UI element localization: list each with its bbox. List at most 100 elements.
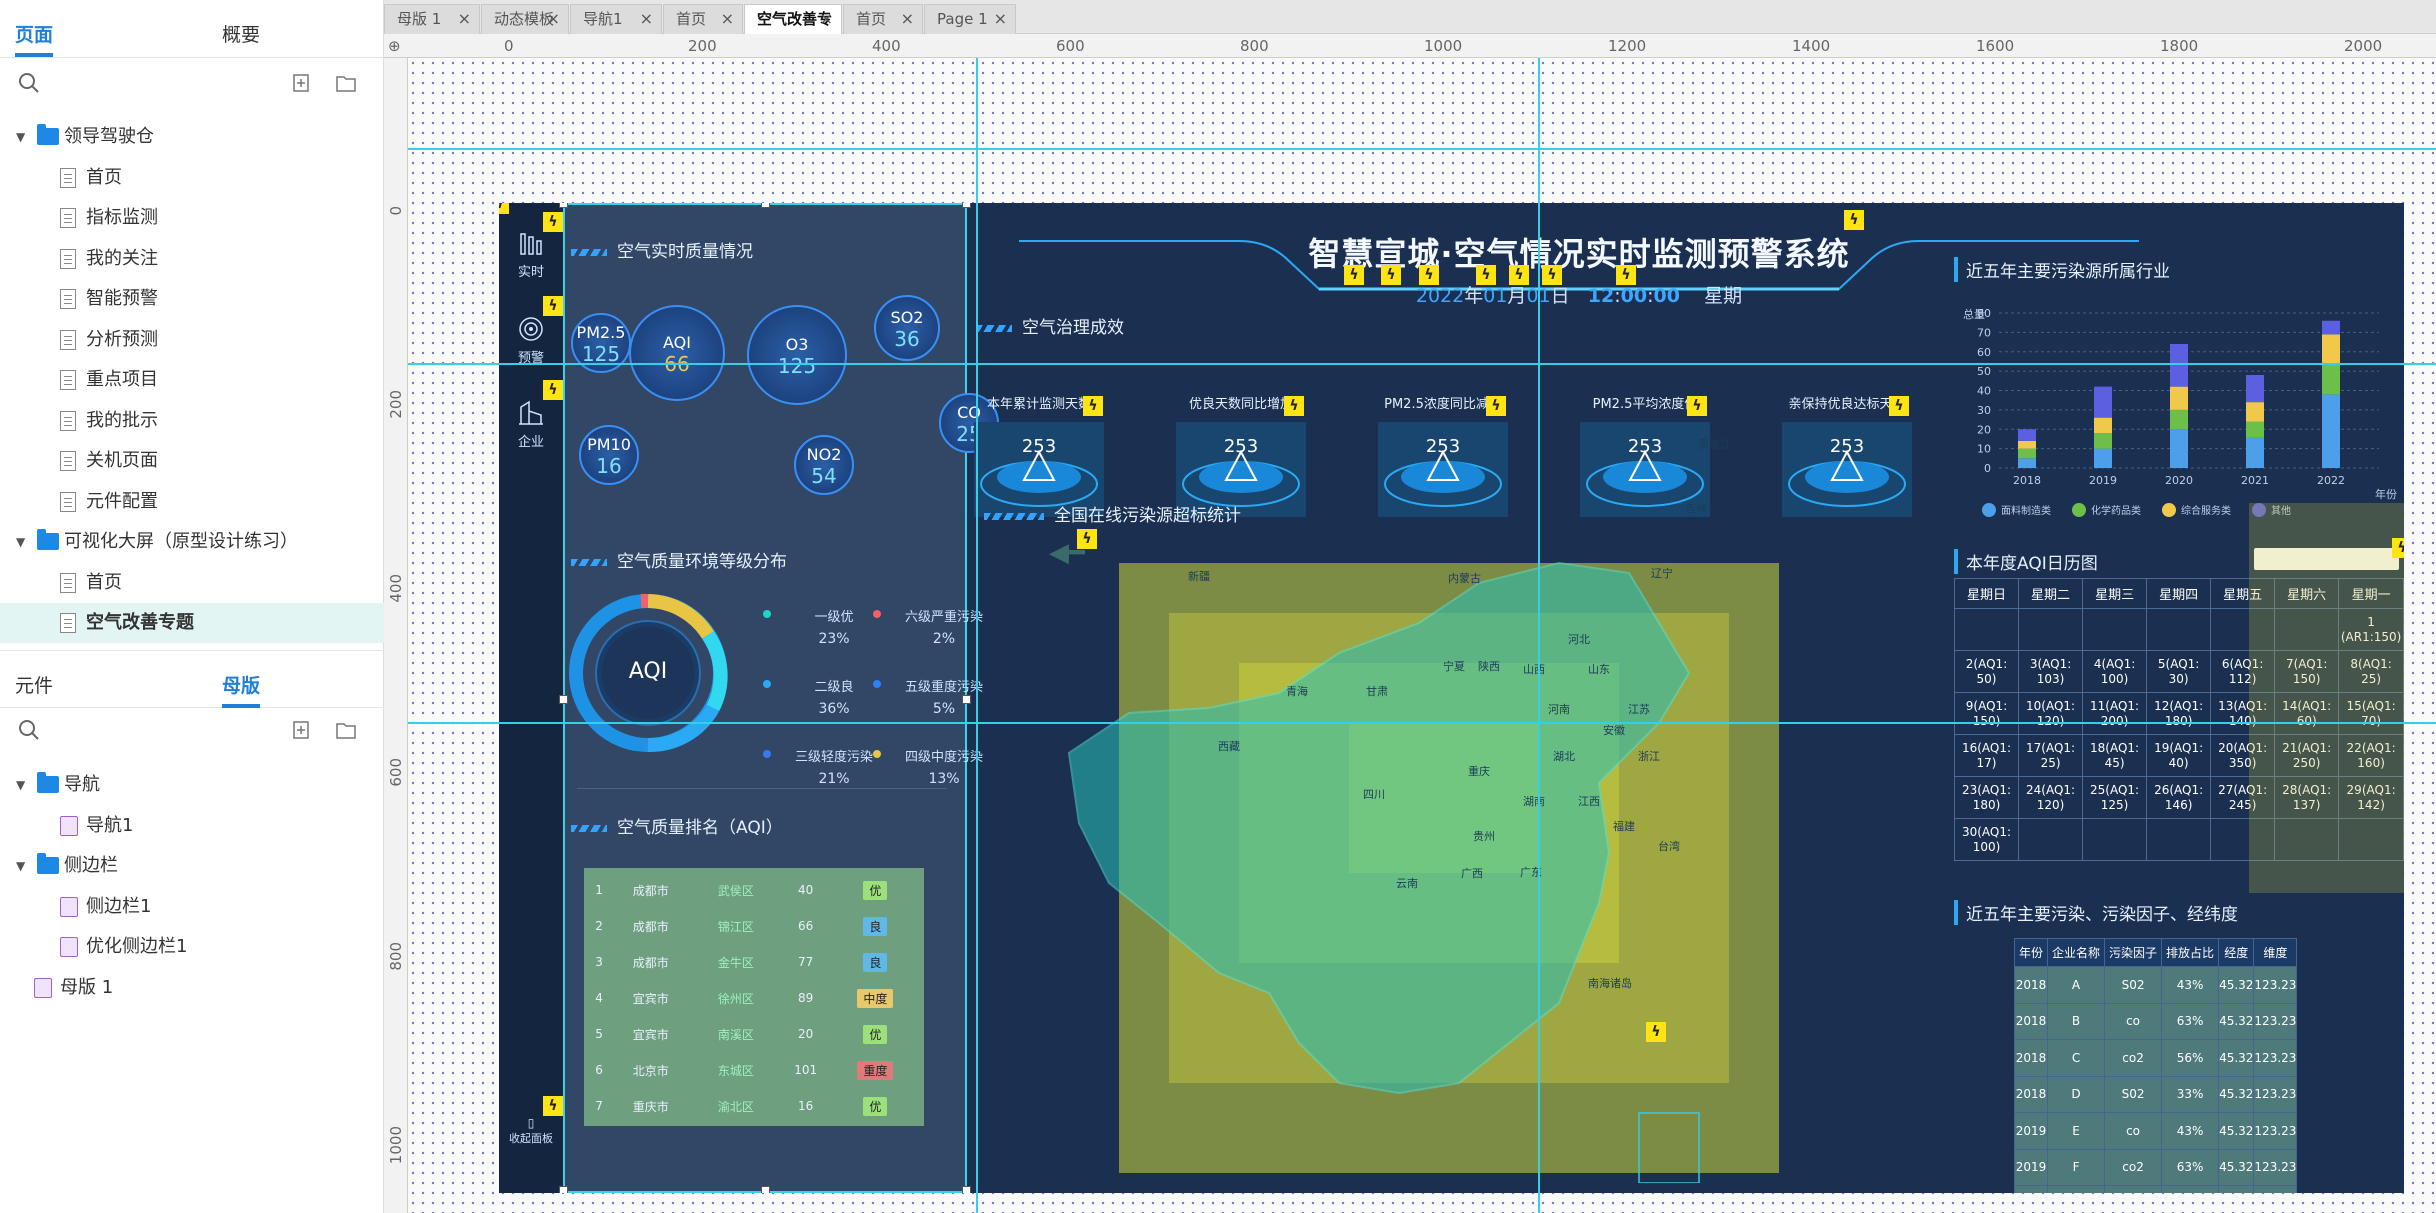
tree-item[interactable]: 我的关注	[0, 239, 384, 279]
interaction-bolt-icon[interactable]: ϟ	[1687, 396, 1707, 416]
expand-arrow-icon[interactable]: ▼	[16, 765, 25, 805]
map-province-label[interactable]: 广西	[1461, 865, 1483, 881]
map-province-label[interactable]: 河北	[1568, 631, 1590, 647]
tree-item[interactable]: 分析预测	[0, 320, 384, 360]
map-province-label[interactable]: 吉林	[1685, 500, 1707, 516]
map-province-label[interactable]: 湖南	[1523, 793, 1545, 809]
tree-item[interactable]: 指标监测	[0, 198, 384, 238]
tab-widgets[interactable]: 元件	[15, 671, 53, 698]
calendar-day[interactable]: 24(AQ1: 120)	[2018, 776, 2084, 819]
calendar-day[interactable]: 23(AQ1: 180)	[1953, 776, 2020, 819]
tab-masters[interactable]: 母版	[222, 671, 261, 708]
interaction-bolt-icon[interactable]: ϟ	[543, 1096, 563, 1116]
table-row[interactable]: 2018 Cco2 56% 45.32 123.23	[2013, 1039, 2298, 1077]
calendar-day[interactable]	[2146, 608, 2212, 651]
close-icon[interactable]: ×	[994, 5, 1007, 33]
tree-item[interactable]: 我的批示	[0, 401, 384, 441]
table-row[interactable]: 2019GS0256%45.32123.23	[2013, 1185, 2298, 1193]
interaction-bolt-icon[interactable]: ϟ	[1889, 396, 1909, 416]
guide-line[interactable]	[1538, 58, 1540, 1213]
interaction-bolt-icon[interactable]: ϟ	[1083, 396, 1103, 416]
tree-folder[interactable]: ▼ 导航	[0, 765, 384, 805]
map-province-label[interactable]: 台湾	[1658, 838, 1680, 854]
tree-item[interactable]: 首页	[0, 158, 384, 198]
calendar-day[interactable]	[2082, 608, 2148, 651]
selection-handle[interactable]	[962, 1186, 971, 1193]
calendar-day[interactable]: 30(AQ1: 100)	[1953, 818, 2020, 861]
selection-handle[interactable]	[559, 203, 568, 208]
map-province-label[interactable]: 黑龙江	[1698, 436, 1731, 452]
expand-arrow-icon[interactable]: ▼	[16, 522, 25, 562]
calendar-day[interactable]: 5(AQ1: 30)	[2146, 650, 2212, 693]
tree-item[interactable]: 重点项目	[0, 360, 384, 400]
calendar-day[interactable]: 11(AQ1: 200)	[2082, 692, 2148, 735]
interaction-bolt-icon[interactable]: ϟ	[1077, 529, 1097, 549]
map-province-label[interactable]: 江西	[1578, 793, 1600, 809]
guide-line[interactable]	[408, 722, 2436, 724]
map-province-label[interactable]: 甘肃	[1366, 683, 1388, 699]
calendar-day[interactable]: 25(AQ1: 125)	[2082, 776, 2148, 819]
interaction-bolt-icon[interactable]: ϟ	[1284, 396, 1304, 416]
interaction-bolt-icon[interactable]: ϟ	[1616, 265, 1636, 285]
selection-handle[interactable]	[559, 695, 568, 704]
calendar-day[interactable]: 18(AQ1: 45)	[2082, 734, 2148, 777]
guide-line[interactable]	[976, 58, 978, 1213]
calendar-day[interactable]	[2146, 818, 2212, 861]
close-icon[interactable]: ×	[820, 5, 833, 33]
calendar-day[interactable]: 17(AQ1: 25)	[2018, 734, 2084, 777]
add-folder-icon[interactable]	[336, 74, 356, 92]
map-province-label[interactable]: 贵州	[1473, 828, 1495, 844]
tree-item[interactable]: 优化侧边栏1	[0, 927, 384, 967]
map-province-label[interactable]: 湖北	[1553, 748, 1575, 764]
tree-item[interactable]: 元件配置	[0, 482, 384, 522]
tree-item[interactable]: 关机页面	[0, 441, 384, 481]
close-icon[interactable]: ×	[640, 5, 653, 33]
map-province-label[interactable]: 山西	[1523, 661, 1545, 677]
table-row[interactable]: 2019 Fco2 63% 45.32 123.23	[2013, 1148, 2298, 1186]
interaction-bolt-icon[interactable]: ϟ	[1542, 265, 1562, 285]
map-province-label[interactable]: 辽宁	[1651, 565, 1673, 581]
doc-tab[interactable]: 导航1 ×	[570, 4, 662, 34]
table-row[interactable]: 1 成都市 武侯区 40 优	[590, 872, 918, 908]
interaction-bolt-icon[interactable]: ϟ	[543, 296, 563, 316]
interaction-bolt-icon[interactable]: ϟ	[1419, 265, 1439, 285]
map-province-label[interactable]: 河南	[1548, 701, 1570, 717]
table-row[interactable]: 2018 Bco 63% 45.32 123.23	[2013, 1002, 2298, 1040]
tree-folder[interactable]: ▼ 领导驾驶仓	[0, 117, 384, 157]
design-canvas[interactable]: 实时 预警 企业 ▯ 收起面板 空气实时质量情况 PM2.5 125 AQI 66 O3…	[408, 58, 2436, 1213]
sidebar-item-realtime[interactable]: 实时	[499, 231, 563, 280]
doc-tab[interactable]: 首页 ×	[663, 4, 743, 34]
interaction-bolt-icon[interactable]: ϟ	[543, 380, 563, 400]
interaction-bolt-icon[interactable]: ϟ	[2392, 538, 2404, 558]
calendar-day[interactable]: 3(AQ1: 103)	[2018, 650, 2084, 693]
sidebar-item-enterprise[interactable]: 企业	[499, 399, 563, 450]
add-master-icon[interactable]	[292, 721, 312, 739]
tree-item[interactable]: 空气改善专题	[0, 603, 384, 643]
expand-arrow-icon[interactable]: ▼	[16, 846, 25, 886]
calendar-day[interactable]: 12(AQ1: 180)	[2146, 692, 2212, 735]
table-row[interactable]: 2018 D S02 33% 45.32 123.23	[2013, 1075, 2298, 1113]
collapse-panel-button[interactable]: ▯ 收起面板	[499, 1116, 563, 1146]
map-province-label[interactable]: 山东	[1588, 661, 1610, 677]
table-row[interactable]: 6 北京市 东城区 101 重度	[590, 1052, 918, 1088]
close-icon[interactable]: ×	[901, 5, 914, 33]
map-province-label[interactable]: 宁夏	[1443, 658, 1465, 674]
map-province-label[interactable]: 内蒙古	[1448, 570, 1481, 586]
doc-tab[interactable]: Page 1 ×	[924, 4, 1016, 34]
calendar-day[interactable]	[1953, 608, 2020, 651]
selection-handle[interactable]	[761, 1186, 770, 1193]
interaction-bolt-icon[interactable]: ϟ	[1344, 265, 1364, 285]
table-row[interactable]: 2 成都市 锦江区 66 良	[590, 908, 918, 944]
calendar-day[interactable]: 10(AQ1: 120)	[2018, 692, 2084, 735]
map-province-label[interactable]: 云南	[1396, 875, 1418, 891]
interaction-bolt-icon[interactable]: ϟ	[1509, 265, 1529, 285]
map-province-label[interactable]: 福建	[1613, 818, 1635, 834]
doc-tab[interactable]: 母版 1 ×	[384, 4, 480, 34]
close-icon[interactable]: ×	[458, 5, 471, 33]
interaction-bolt-icon[interactable]: ϟ	[1844, 210, 1864, 230]
tab-pages[interactable]: 页面	[15, 20, 54, 57]
table-row[interactable]: 7 重庆市 渝北区 16 优	[590, 1088, 918, 1124]
map-province-label[interactable]: 青海	[1286, 683, 1308, 699]
table-row[interactable]: 4 宜宾市 徐州区 89 中度	[590, 980, 918, 1016]
calendar-day[interactable]: 16(AQ1: 17)	[1953, 734, 2020, 777]
